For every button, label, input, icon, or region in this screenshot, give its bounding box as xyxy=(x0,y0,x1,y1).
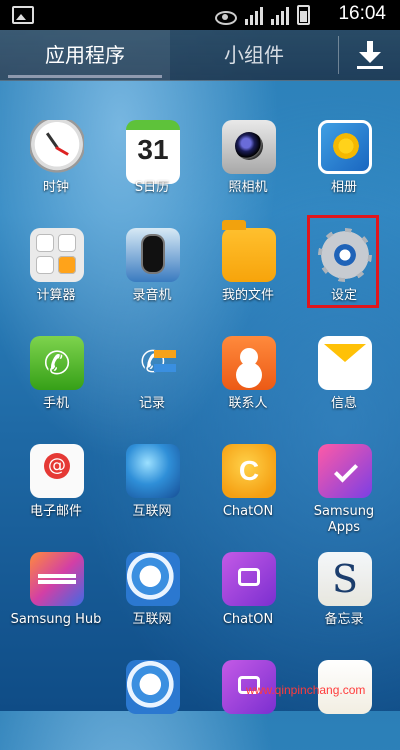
smart-stay-icon xyxy=(215,11,237,25)
signal-icon xyxy=(245,7,263,25)
app-label: 电子邮件 xyxy=(29,504,82,519)
status-icons xyxy=(215,5,310,25)
app-internet-2[interactable]: 互联网 xyxy=(102,542,202,642)
app-label: S日历 xyxy=(134,180,170,195)
browser-icon xyxy=(126,552,180,606)
app-my-files[interactable]: 我的文件 xyxy=(198,218,298,318)
app-label: 手机 xyxy=(42,396,69,411)
app-messages[interactable]: 信息 xyxy=(294,326,394,426)
app-label: 备忘录 xyxy=(324,612,364,627)
app-camera[interactable]: 照相机 xyxy=(198,110,298,210)
chaton-icon: C xyxy=(222,444,276,498)
tab-apps[interactable]: 应用程序 xyxy=(0,30,170,80)
samsung-apps-icon xyxy=(318,444,372,498)
camera-icon xyxy=(222,120,276,174)
status-time: 16:04 xyxy=(338,3,386,24)
app-label: 录音机 xyxy=(132,288,172,303)
battery-icon xyxy=(297,5,310,25)
app-samsung-apps[interactable]: Samsung Apps xyxy=(294,434,394,535)
call-log-icon: ✆ xyxy=(126,336,180,390)
app-label: 时钟 xyxy=(42,180,69,195)
gallery-icon xyxy=(318,120,372,174)
app-label: Samsung Apps xyxy=(313,504,375,535)
app-logs[interactable]: ✆ 记录 xyxy=(102,326,202,426)
memo-icon: S xyxy=(318,552,372,606)
envelope-icon xyxy=(318,336,372,390)
app-calendar[interactable]: 31 S日历 xyxy=(102,110,202,210)
app-chaton-2[interactable]: ChatON xyxy=(198,542,298,642)
tab-widgets[interactable]: 小组件 xyxy=(170,30,338,80)
app-calculator[interactable]: 计算器 xyxy=(6,218,106,318)
app-gallery[interactable]: 相册 xyxy=(294,110,394,210)
app-recorder[interactable]: 录音机 xyxy=(102,218,202,318)
chat-icon xyxy=(222,552,276,606)
status-bar: 16:04 xyxy=(0,0,400,30)
calculator-icon xyxy=(30,228,84,282)
app-chaton[interactable]: C ChatON xyxy=(198,434,298,534)
app-label: 互联网 xyxy=(132,612,172,627)
signal-2-icon xyxy=(271,7,289,25)
settings-highlight-box xyxy=(307,215,379,308)
app-label: 相册 xyxy=(330,180,357,195)
app-phone[interactable]: ✆ 手机 xyxy=(6,326,106,426)
app-partial-2[interactable] xyxy=(198,650,298,750)
globe-icon xyxy=(126,444,180,498)
app-contacts[interactable]: 联系人 xyxy=(198,326,298,426)
app-label: ChatON xyxy=(222,504,274,519)
calendar-icon: 31 xyxy=(126,120,180,184)
app-label: 信息 xyxy=(330,396,357,411)
app-label: Samsung Hub xyxy=(10,612,102,627)
app-email[interactable]: 电子邮件 xyxy=(6,434,106,534)
watermark: www.qinpinchang.com xyxy=(246,683,366,697)
app-label: 计算器 xyxy=(36,288,76,303)
phone-icon: ✆ xyxy=(30,336,84,390)
app-label: 互联网 xyxy=(132,504,172,519)
app-partial-1[interactable] xyxy=(102,650,202,750)
samsung-hub-icon xyxy=(30,552,84,606)
app-label: 照相机 xyxy=(228,180,268,195)
microphone-icon xyxy=(126,228,180,282)
app-memo[interactable]: S 备忘录 xyxy=(294,542,394,642)
app-label: 联系人 xyxy=(228,396,268,411)
email-icon xyxy=(30,444,84,498)
app-label: 记录 xyxy=(138,396,165,411)
app-samsung-hub[interactable]: Samsung Hub xyxy=(6,542,106,642)
app-drawer-tabs: 应用程序 小组件 xyxy=(0,30,400,81)
app-partial-3[interactable] xyxy=(294,650,394,750)
app-clock[interactable]: 时钟 xyxy=(6,110,106,210)
clock-icon xyxy=(30,120,84,174)
screenshot-icon xyxy=(12,6,34,24)
app-icon xyxy=(126,660,180,714)
app-label: ChatON xyxy=(222,612,274,627)
app-label: 我的文件 xyxy=(221,288,274,303)
download-button[interactable] xyxy=(339,30,400,80)
app-internet[interactable]: 互联网 xyxy=(102,434,202,534)
contacts-icon xyxy=(222,336,276,390)
folder-icon xyxy=(222,220,276,282)
